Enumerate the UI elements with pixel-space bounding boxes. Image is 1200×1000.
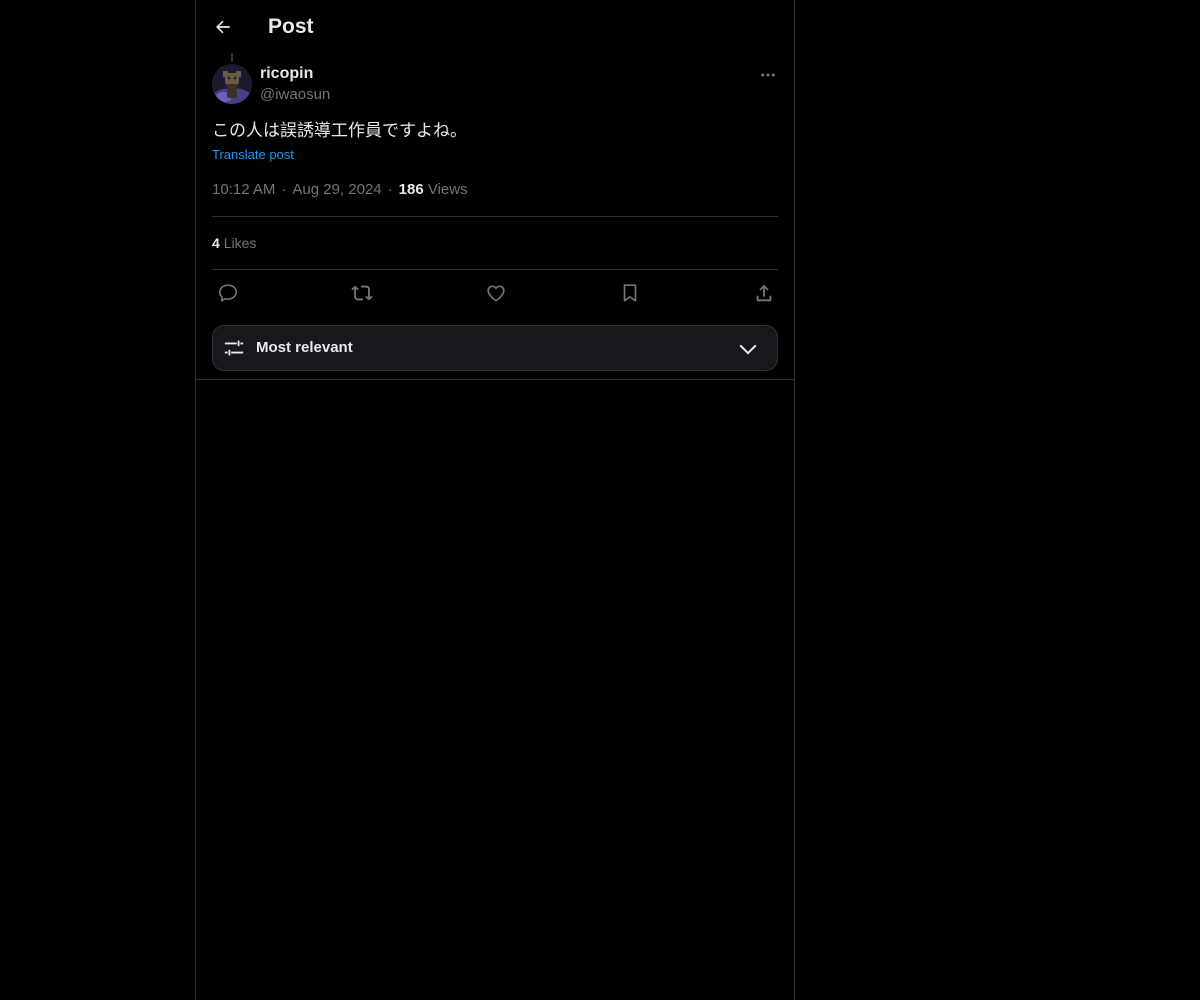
post-text: この人は誤誘導工作員ですよね。: [212, 121, 467, 141]
share-icon: [756, 284, 772, 302]
share-button[interactable]: [749, 280, 779, 306]
post-meta: 10:12 AM · Aug 29, 2024 · 186 Views: [212, 180, 468, 200]
sort-label: Most relevant: [256, 339, 353, 356]
post-header: Post: [196, 0, 794, 53]
post-time[interactable]: 10:12 AM: [212, 181, 275, 198]
reply-sort-dropdown[interactable]: Most relevant: [212, 325, 778, 371]
reply-icon: [218, 284, 238, 302]
thread-line: [231, 53, 233, 62]
post-column: Post ricopin @iwaosun この人は誤誘導工作員ですよね。 Tr…: [195, 0, 795, 1000]
bookmark-icon: [623, 284, 637, 302]
like-button[interactable]: [481, 280, 511, 306]
likes-count: 4: [212, 235, 220, 251]
bookmark-button[interactable]: [615, 280, 645, 306]
post-date[interactable]: Aug 29, 2024: [292, 181, 381, 198]
author-handle[interactable]: @iwaosun: [260, 85, 330, 105]
more-options-button[interactable]: [756, 64, 780, 86]
page-title: Post: [268, 15, 314, 38]
repost-button[interactable]: [347, 280, 377, 306]
like-icon: [487, 285, 505, 302]
meta-separator: ·: [387, 181, 393, 198]
views-count: 186: [398, 181, 424, 198]
more-horizontal-icon: [761, 73, 775, 77]
arrow-left-icon: [216, 20, 230, 34]
likes-label: Likes: [223, 235, 257, 251]
reply-button[interactable]: [213, 280, 243, 306]
translate-post-link[interactable]: Translate post: [212, 146, 294, 164]
divider: [212, 216, 778, 217]
back-button[interactable]: [208, 10, 238, 44]
avatar[interactable]: [212, 64, 252, 104]
views-label: Views: [427, 181, 468, 198]
section-border: [196, 379, 794, 380]
sliders-icon: [224, 340, 244, 356]
author-display-name[interactable]: ricopin: [260, 64, 313, 84]
avatar-image: [212, 64, 252, 104]
divider: [212, 269, 778, 270]
repost-icon: [351, 285, 373, 301]
likes-summary[interactable]: 4 Likes: [212, 233, 256, 253]
meta-separator: ·: [281, 181, 287, 198]
chevron-down-icon: [739, 344, 757, 355]
